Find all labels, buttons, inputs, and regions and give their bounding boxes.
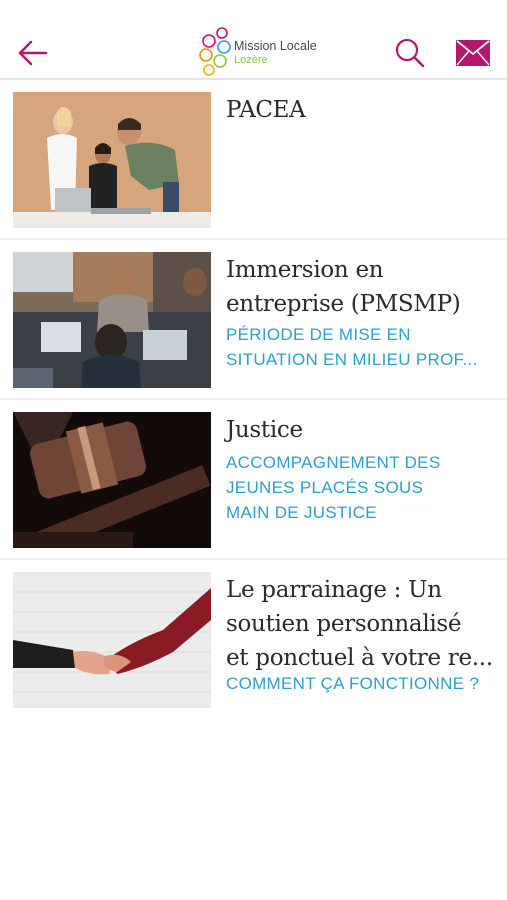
item-subtitle-line: PÉRIODE DE MISE EN [226,325,411,344]
item-subtitle-line: JEUNES PLACÉS SOUS [226,478,424,497]
people-at-laptop-photo [13,92,211,228]
app-header: Mission Locale Lozère [0,0,507,80]
team-working-laptops-photo [13,252,211,388]
handshake-photo [13,572,211,708]
list-item-pacea[interactable]: PACEA [0,80,507,240]
envelope-icon[interactable] [456,40,490,66]
list-item-parrainage[interactable]: Le parrainage : Un soutien personnalisé … [0,560,507,720]
item-subtitle-line: ACCOMPAGNEMENT DES [226,453,441,472]
item-title: PACEA [226,97,306,123]
item-subtitle-line: MAIN DE JUSTICE [226,503,377,522]
item-subtitle: PÉRIODE DE MISE EN SITUATION EN MILIEU P… [226,322,495,372]
item-title-line: Immersion en [226,257,384,283]
item-title: Justice [226,417,303,443]
item-title-line: soutien personnalisé [226,611,462,637]
item-title-line: et ponctuel à votre re... [226,645,493,671]
item-subtitle: ACCOMPAGNEMENT DES JEUNES PLACÉS SOUS MA… [226,450,495,525]
item-title-line: entreprise (PMSMP) [226,291,461,317]
logo-title: Mission Locale [234,39,317,53]
logo-circles-icon [199,27,231,76]
item-subtitle: COMMENT ÇA FONCTIONNE ? [226,674,480,693]
list-item-justice[interactable]: Justice ACCOMPAGNEMENT DES JEUNES PLACÉS… [0,400,507,560]
item-title-line: Le parrainage : Un [226,577,442,603]
item-subtitle-line: SITUATION EN MILIEU PROF... [226,350,478,369]
logo-subtitle: Lozère [234,54,268,66]
search-icon[interactable] [394,37,426,69]
article-list: PACEA Immersion en entreprise (PMSMP) PÉ… [0,80,507,720]
list-item-immersion[interactable]: Immersion en entreprise (PMSMP) PÉRIODE … [0,240,507,400]
judge-gavel-photo [13,412,211,548]
item-title: Immersion en entreprise (PMSMP) [226,253,493,321]
arrow-left-icon[interactable] [16,36,50,70]
item-title: Le parrainage : Un soutien personnalisé … [226,573,493,675]
mission-locale-logo: Mission Locale Lozère [198,26,318,78]
